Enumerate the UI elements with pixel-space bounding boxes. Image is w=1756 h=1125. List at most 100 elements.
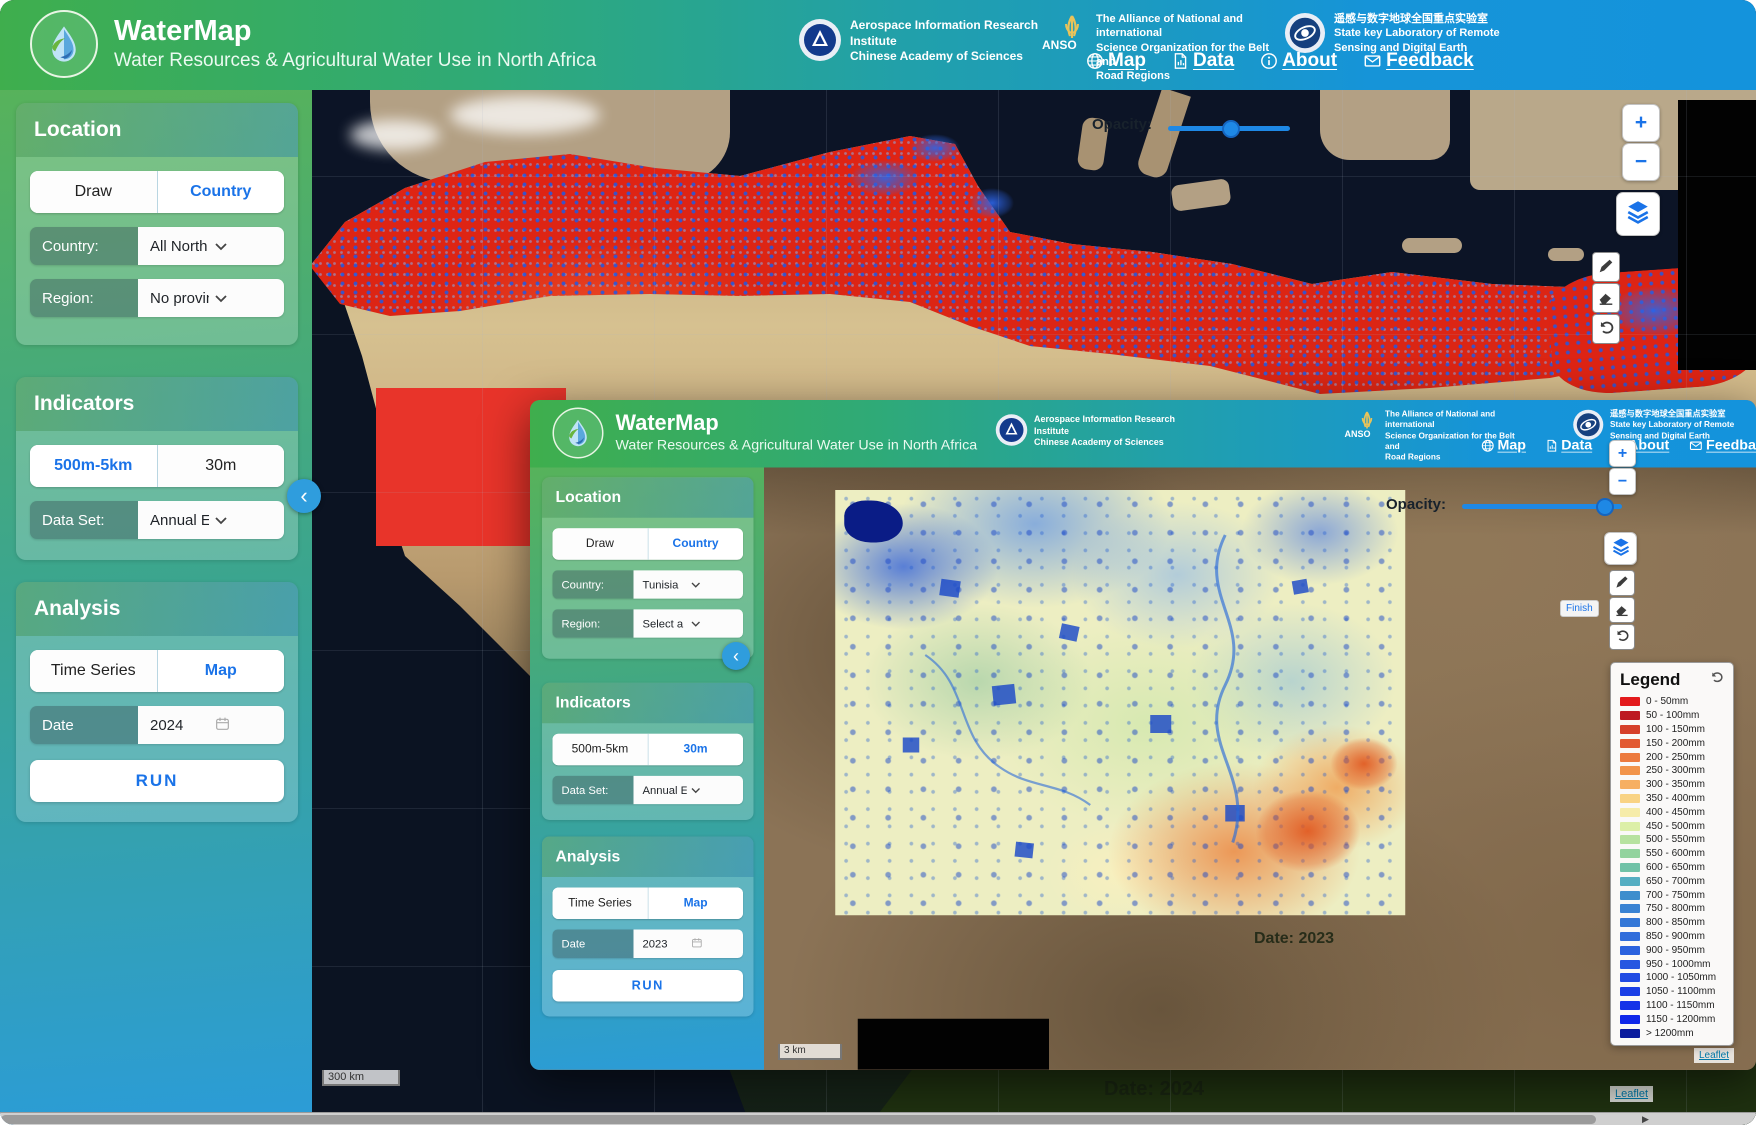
legend-entry: 1000 - 1050mm <box>1620 971 1724 985</box>
cloud <box>350 120 440 150</box>
nav-data-link[interactable]: Data <box>1172 50 1234 72</box>
indicators-panel: Indicators 500m-5km 30m Data Set: Annual… <box>16 377 298 560</box>
legend-refresh-icon[interactable] <box>1709 670 1724 690</box>
partner-line: 遥感与数字地球全国重点实验室 <box>1334 12 1500 26</box>
indicators-panel: Indicators 500m-5km 30m Data Set: Annual… <box>542 683 754 820</box>
partner-line: Aerospace Information Research Institute <box>1034 414 1196 437</box>
sidebar-collapse-button[interactable]: ‹ <box>287 479 321 513</box>
region-select[interactable]: Select a provir <box>634 609 744 638</box>
legend-entry: 400 - 450mm <box>1620 805 1724 819</box>
tab-time-series[interactable]: Time Series <box>30 650 157 692</box>
draw-tool-button[interactable] <box>1609 570 1635 596</box>
date-input[interactable]: 2024 <box>138 706 284 744</box>
tab-country[interactable]: Country <box>647 528 743 560</box>
et-blue-patch <box>850 160 920 196</box>
legend-entry: 200 - 250mm <box>1620 750 1724 764</box>
opacity-slider-thumb[interactable] <box>1222 120 1240 138</box>
run-button[interactable]: RUN <box>553 970 744 1002</box>
dataset-select[interactable]: Annual ET <box>138 501 284 539</box>
legend-entry: 450 - 500mm <box>1620 819 1724 833</box>
legend-label: 950 - 1000mm <box>1646 959 1710 970</box>
leaflet-attribution[interactable]: Leaflet <box>1610 1086 1653 1102</box>
unloaded-tile <box>1678 100 1756 370</box>
eraser-tool-button[interactable] <box>1609 597 1635 623</box>
tab-country[interactable]: Country <box>157 171 285 213</box>
tab-500m-5km[interactable]: 500m-5km <box>30 445 157 487</box>
brand: WaterMap Water Resources & Agricultural … <box>553 408 978 459</box>
zoom-in-button[interactable]: + <box>1622 104 1660 142</box>
tab-map[interactable]: Map <box>647 888 743 920</box>
sidebar-collapse-button[interactable]: ‹ <box>722 642 750 670</box>
nav-map-link[interactable]: Map <box>1086 50 1146 72</box>
tab-draw[interactable]: Draw <box>30 171 157 213</box>
nav-data-link[interactable]: Data <box>1546 438 1593 455</box>
country-select[interactable]: Tunisia <box>634 570 744 599</box>
legend-label: 800 - 850mm <box>1646 917 1705 928</box>
air-cas-logo-icon <box>798 18 842 67</box>
undo-tool-button[interactable] <box>1592 314 1620 344</box>
eraser-tool-button[interactable] <box>1592 283 1620 313</box>
tab-30m[interactable]: 30m <box>647 734 743 766</box>
date-row: Date 2024 <box>30 706 284 744</box>
nav-about-link[interactable]: About <box>1260 50 1337 72</box>
layers-button[interactable] <box>1604 532 1637 565</box>
legend-entry: 300 - 350mm <box>1620 778 1724 792</box>
country-select[interactable]: All North Africa <box>138 227 284 265</box>
tab-map[interactable]: Map <box>157 650 285 692</box>
legend-label: > 1200mm <box>1646 1028 1694 1039</box>
location-mode-tabs: Draw Country <box>30 171 284 213</box>
scrollbar-arrow-icon[interactable]: ▶ <box>1642 1113 1649 1125</box>
undo-tool-button[interactable] <box>1609 624 1635 650</box>
dataset-select[interactable]: Annual ET <box>634 776 744 805</box>
opacity-label: Opacity: <box>1386 496 1446 513</box>
region-value: No provinces a <box>150 290 209 307</box>
legend-entry: > 1200mm <box>1620 1026 1724 1040</box>
zoom-out-button[interactable]: − <box>1609 468 1636 495</box>
scrollbar-thumb[interactable] <box>1 1115 1596 1124</box>
horizontal-scrollbar[interactable]: ▶ <box>0 1112 1756 1125</box>
dataset-row: Data Set: Annual ET <box>30 501 284 539</box>
finish-button[interactable]: Finish <box>1560 600 1599 617</box>
watermap-app: Date: 2024 300 km Leaflet Opacity: + − <box>0 0 1756 1125</box>
legend-color-swatch <box>1620 1015 1640 1024</box>
partner-text: 遥感与数字地球全国重点实验室 State key Laboratory of R… <box>1334 12 1500 55</box>
sidebar: Location Draw Country Country: Tunisia <box>530 468 764 1070</box>
analysis-panel: Analysis Time Series Map Date 2023 RUN <box>542 837 754 1017</box>
chevron-down-icon <box>215 238 274 255</box>
country-value: Tunisia <box>643 578 687 591</box>
map-landmass-sicily <box>1170 178 1231 212</box>
region-row: Region: No provinces a <box>30 279 284 317</box>
layers-button[interactable] <box>1616 192 1660 236</box>
et-blue-patch <box>970 188 1014 218</box>
legend-color-swatch <box>1620 960 1640 969</box>
et-raster-tunisia <box>835 490 1405 915</box>
app-header: WaterMap Water Resources & Agricultural … <box>0 0 1756 90</box>
analysis-panel-title: Analysis <box>542 837 754 878</box>
draw-tool-button[interactable] <box>1592 252 1620 282</box>
leaflet-attribution[interactable]: Leaflet <box>1694 1048 1734 1063</box>
region-select[interactable]: No provinces a <box>138 279 284 317</box>
air-cas-logo-icon <box>995 414 1028 451</box>
nav-label: About <box>1282 50 1337 72</box>
date-input[interactable]: 2023 <box>634 930 744 959</box>
mail-icon <box>1689 439 1703 453</box>
nav-feedback-link[interactable]: Feedback <box>1689 438 1756 455</box>
app-subtitle: Water Resources & Agricultural Water Use… <box>114 50 596 72</box>
nav-map-link[interactable]: Map <box>1481 438 1526 455</box>
tab-30m[interactable]: 30m <box>157 445 285 487</box>
tab-time-series[interactable]: Time Series <box>553 888 648 920</box>
legend-color-swatch <box>1620 946 1640 955</box>
tab-draw[interactable]: Draw <box>553 528 648 560</box>
location-panel: Location Draw Country Country: Tunisia <box>542 477 754 659</box>
nav-feedback-link[interactable]: Feedback <box>1363 50 1474 72</box>
opacity-slider-thumb[interactable] <box>1596 498 1614 516</box>
analysis-panel-title: Analysis <box>16 582 298 636</box>
run-button[interactable]: RUN <box>30 760 284 802</box>
zoom-in-button[interactable]: + <box>1609 440 1636 467</box>
tab-500m-5km[interactable]: 500m-5km <box>553 734 648 766</box>
country-value: All North Africa <box>150 238 209 255</box>
eraser-icon <box>1597 288 1615 309</box>
zoom-out-button[interactable]: − <box>1622 143 1660 181</box>
app-header: WaterMap Water Resources & Agricultural … <box>530 400 1756 468</box>
chevron-down-icon <box>215 512 274 529</box>
